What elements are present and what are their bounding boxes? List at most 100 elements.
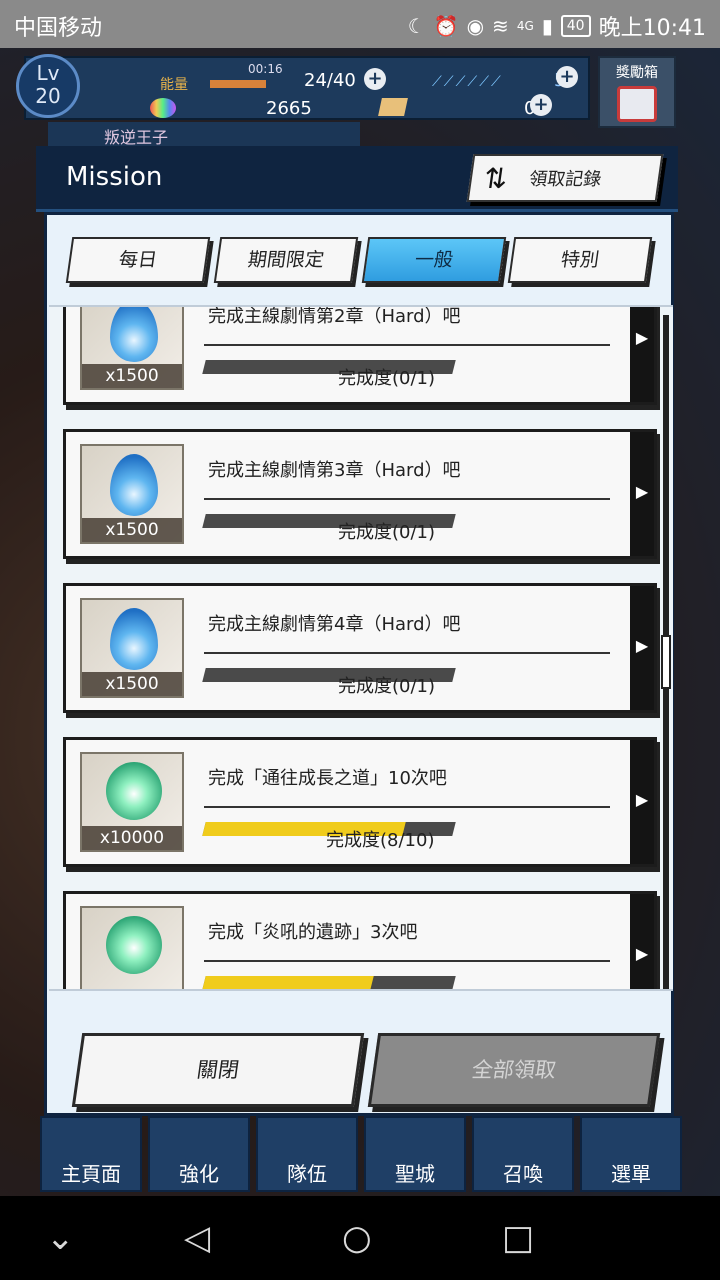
mission-title: 完成主線劇情第4章（Hard）吧 — [208, 614, 461, 635]
game-bottom-nav: 主頁面 強化 隊伍 聖城 召喚 選單 — [40, 1116, 690, 1192]
scrollbar-thumb[interactable] — [661, 635, 671, 689]
tab-general[interactable]: 一般 — [361, 237, 507, 283]
chevron-down-icon[interactable]: ⌄ — [46, 1218, 75, 1258]
energy-timer: 00:16 — [248, 62, 283, 76]
gift-icon — [617, 86, 657, 122]
mission-row[interactable]: 完成「炎吼的遺跡」3次吧 ▶ — [63, 891, 657, 989]
mission-dialog: Mission ⇅ 領取記錄 每日 期間限定 一般 特別 x1500 完成主線劇… — [36, 146, 682, 1116]
progress-text: 完成度(0/1) — [338, 522, 436, 543]
add-stamina-button[interactable]: + — [556, 66, 578, 88]
tab-limited[interactable]: 期間限定 — [213, 237, 359, 283]
progress-fill — [202, 976, 374, 989]
mission-row[interactable]: x10000 完成「通往成長之道」10次吧 完成度(8/10) ▶ — [63, 737, 657, 867]
add-energy-button[interactable]: + — [364, 68, 386, 90]
claim-all-button[interactable]: 全部領取 — [367, 1033, 661, 1107]
nav-holy-city[interactable]: 聖城 — [364, 1116, 466, 1192]
energy-value: 24/40 — [304, 70, 356, 91]
reward-qty: x1500 — [82, 518, 182, 542]
crystal-count: 2665 — [266, 98, 312, 119]
nav-home[interactable]: 主頁面 — [40, 1116, 142, 1192]
go-arrow-icon[interactable]: ▶ — [630, 740, 654, 864]
progress-fill — [202, 360, 206, 374]
claim-history-button[interactable]: ⇅ 領取記錄 — [466, 154, 664, 202]
mission-row[interactable]: x1500 完成主線劇情第3章（Hard）吧 完成度(0/1) ▶ — [63, 429, 657, 559]
back-icon[interactable]: ◁ — [184, 1218, 210, 1258]
tab-special[interactable]: 特別 — [507, 237, 653, 283]
reward-qty: x10000 — [82, 826, 182, 850]
go-arrow-icon[interactable]: ▶ — [630, 586, 654, 710]
carrier-name: 中国移动 — [14, 16, 103, 41]
reward-icon-frame: x1500 — [80, 444, 184, 544]
blue-drop-icon — [110, 608, 158, 670]
progress-fill — [202, 668, 206, 682]
game-background: Lv 20 00:16 能量 24/40 + ⟋⟋⟋⟋⟋⟋ 50 2665 0 … — [0, 48, 720, 1196]
green-orb-icon — [106, 762, 162, 820]
divider — [204, 652, 610, 654]
level-value: 20 — [35, 84, 61, 108]
recents-icon[interactable]: □ — [502, 1218, 534, 1258]
progress-text: 完成度(0/1) — [338, 676, 436, 697]
nav-team[interactable]: 隊伍 — [256, 1116, 358, 1192]
progress-text: 完成度(8/10) — [326, 830, 435, 851]
progress-bar — [202, 976, 456, 989]
blue-drop-icon — [110, 454, 158, 516]
refresh-arrows-icon: ⇅ — [481, 161, 510, 195]
add-ticket-button[interactable]: + — [530, 94, 552, 116]
clock: 晚上10:41 — [598, 16, 706, 41]
mission-row[interactable]: x1500 完成主線劇情第2章（Hard）吧 完成度(0/1) ▶ — [63, 306, 657, 405]
mission-dialog-body: 每日 期間限定 一般 特別 x1500 完成主線劇情第2章（Hard）吧 完成度… — [44, 212, 674, 1116]
nav-enhance[interactable]: 強化 — [148, 1116, 250, 1192]
scrollbar[interactable] — [661, 315, 671, 989]
feather-icons: ⟋⟋⟋⟋⟋⟋ — [432, 74, 503, 90]
eye-icon: ◉ — [466, 14, 485, 38]
mission-row[interactable]: x1500 完成主線劇情第4章（Hard）吧 完成度(0/1) ▶ — [63, 583, 657, 713]
energy-bar — [210, 80, 266, 88]
reward-qty: x1500 — [82, 672, 182, 696]
blue-drop-icon — [110, 307, 158, 362]
system-nav-bar: ⌄ ◁ ○ □ — [0, 1196, 720, 1280]
reward-icon-frame: x1500 — [80, 598, 184, 698]
player-name: 叛逆王子 — [104, 128, 169, 147]
mission-list[interactable]: x1500 完成主線劇情第2章（Hard）吧 完成度(0/1) ▶ x1500 … — [49, 305, 673, 991]
mission-dialog-header: Mission ⇅ 領取記錄 — [36, 146, 678, 212]
reward-box-button[interactable]: 獎勵箱 — [598, 56, 676, 128]
go-arrow-icon[interactable]: ▶ — [630, 894, 654, 989]
nav-summon[interactable]: 召喚 — [472, 1116, 574, 1192]
divider — [204, 498, 610, 500]
energy-label: 能量 — [160, 77, 188, 93]
go-arrow-icon[interactable]: ▶ — [630, 307, 654, 402]
top-hud: 00:16 能量 24/40 + ⟋⟋⟋⟋⟋⟋ 50 2665 0 + — [24, 56, 590, 120]
reward-icon-frame: x1500 — [80, 307, 184, 390]
moon-icon: ☾ — [407, 14, 426, 38]
wifi-icon: ≋ — [492, 14, 509, 38]
divider — [204, 344, 610, 346]
mission-title: 完成主線劇情第2章（Hard）吧 — [208, 306, 461, 327]
status-icons: ☾ ⏰ ◉ ≋ 4G ▮ 40 晚上10:41 — [408, 10, 706, 42]
reward-box-label: 獎勵箱 — [616, 65, 658, 81]
tab-daily[interactable]: 每日 — [65, 237, 211, 283]
ticket-icon — [378, 98, 408, 116]
reward-icon-frame: x10000 — [80, 752, 184, 852]
mission-tabs: 每日 期間限定 一般 特別 — [65, 237, 659, 289]
nav-menu[interactable]: 選單 — [580, 1116, 682, 1192]
home-icon[interactable]: ○ — [342, 1218, 372, 1258]
reward-qty: x1500 — [82, 364, 182, 388]
network-type: 4G — [516, 19, 534, 33]
crystal-icon — [150, 98, 176, 118]
close-button[interactable]: 關閉 — [71, 1033, 365, 1107]
reward-icon-frame — [80, 906, 184, 989]
claim-history-label: 領取記錄 — [527, 169, 603, 190]
go-arrow-icon[interactable]: ▶ — [630, 432, 654, 556]
green-orb-icon — [106, 916, 162, 974]
progress-fill — [202, 514, 206, 528]
mission-title: 完成主線劇情第3章（Hard）吧 — [208, 460, 461, 481]
level-label: Lv — [36, 61, 60, 85]
signal-icon: ▮ — [541, 14, 553, 38]
level-badge: Lv 20 — [16, 54, 80, 118]
progress-text: 完成度(0/1) — [338, 368, 436, 389]
mission-title: 完成「通往成長之道」10次吧 — [208, 768, 447, 789]
divider — [204, 960, 610, 962]
alarm-icon: ⏰ — [433, 14, 459, 38]
status-bar: 中国移动 ☾ ⏰ ◉ ≋ 4G ▮ 40 晚上10:41 — [0, 0, 720, 48]
dialog-title: Mission — [66, 162, 163, 192]
